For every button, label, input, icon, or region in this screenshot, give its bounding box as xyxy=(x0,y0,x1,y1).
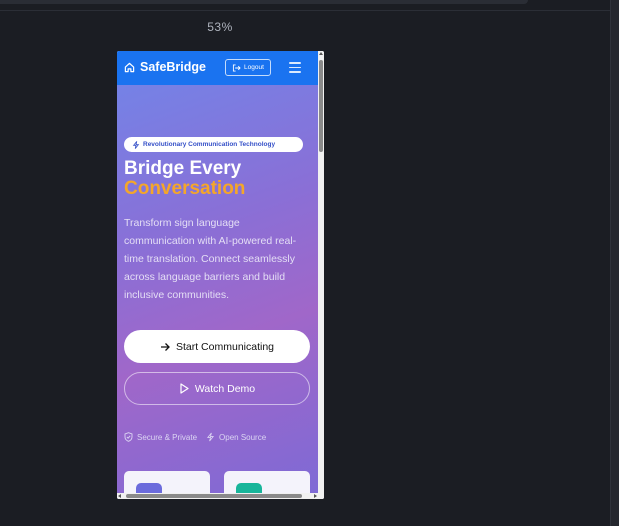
start-communicating-label: Start Communicating xyxy=(175,340,275,353)
zoom-level: 53% xyxy=(207,20,233,34)
navbar: SafeBridge Logout xyxy=(117,51,318,85)
feature-card-2[interactable] xyxy=(224,471,310,493)
logout-label: Logout xyxy=(244,64,264,71)
scroll-right-arrow-icon[interactable] xyxy=(314,494,317,498)
card-icon xyxy=(136,483,162,493)
device-frame: SafeBridge Logout Revolutionary Communic… xyxy=(117,51,324,499)
hero-section: Revolutionary Communication Technology B… xyxy=(117,85,318,493)
browser-top-bar xyxy=(0,0,611,11)
watch-demo-label: Watch Demo xyxy=(194,382,256,395)
start-communicating-button[interactable]: Start Communicating xyxy=(124,330,310,363)
logout-icon xyxy=(232,63,241,72)
bolt-icon xyxy=(206,432,215,442)
hero-title: Bridge Every Conversation xyxy=(124,159,245,199)
shield-icon xyxy=(124,432,133,442)
feature-secure: Secure & Private xyxy=(124,432,197,442)
feature-open-source: Open Source xyxy=(206,432,266,442)
bolt-icon xyxy=(132,140,140,149)
logout-button[interactable]: Logout xyxy=(225,59,271,76)
hero-features: Secure & Private Open Source xyxy=(124,432,266,442)
horizontal-scroll-thumb[interactable] xyxy=(126,494,302,498)
arrow-right-icon xyxy=(160,342,170,351)
watch-demo-button[interactable]: Watch Demo xyxy=(124,372,310,405)
brand[interactable]: SafeBridge xyxy=(124,60,206,74)
window-edge xyxy=(610,0,619,526)
scroll-left-arrow-icon[interactable] xyxy=(118,494,121,498)
hero-description: Transform sign language communication wi… xyxy=(124,217,297,301)
play-icon xyxy=(180,383,189,394)
hero-badge: Revolutionary Communication Technology xyxy=(124,137,303,152)
hero-title-line1: Bridge Every xyxy=(124,158,242,179)
vertical-scroll-thumb[interactable] xyxy=(319,60,323,152)
feature-card-1[interactable] xyxy=(124,471,210,493)
brand-name: SafeBridge xyxy=(140,60,206,74)
vertical-scrollbar[interactable] xyxy=(318,51,324,499)
address-bar[interactable] xyxy=(0,0,528,4)
hero-badge-text: Revolutionary Communication Technology xyxy=(143,141,276,148)
feature-open-source-label: Open Source xyxy=(219,432,267,442)
scroll-up-arrow-icon[interactable] xyxy=(319,52,323,55)
hamburger-menu-icon[interactable] xyxy=(289,62,301,74)
hero-title-line2: Conversation xyxy=(124,178,246,199)
page-viewport: SafeBridge Logout Revolutionary Communic… xyxy=(117,51,318,493)
horizontal-scrollbar[interactable] xyxy=(117,493,318,499)
feature-secure-label: Secure & Private xyxy=(137,432,198,442)
card-icon xyxy=(236,483,262,493)
home-icon xyxy=(124,62,135,72)
